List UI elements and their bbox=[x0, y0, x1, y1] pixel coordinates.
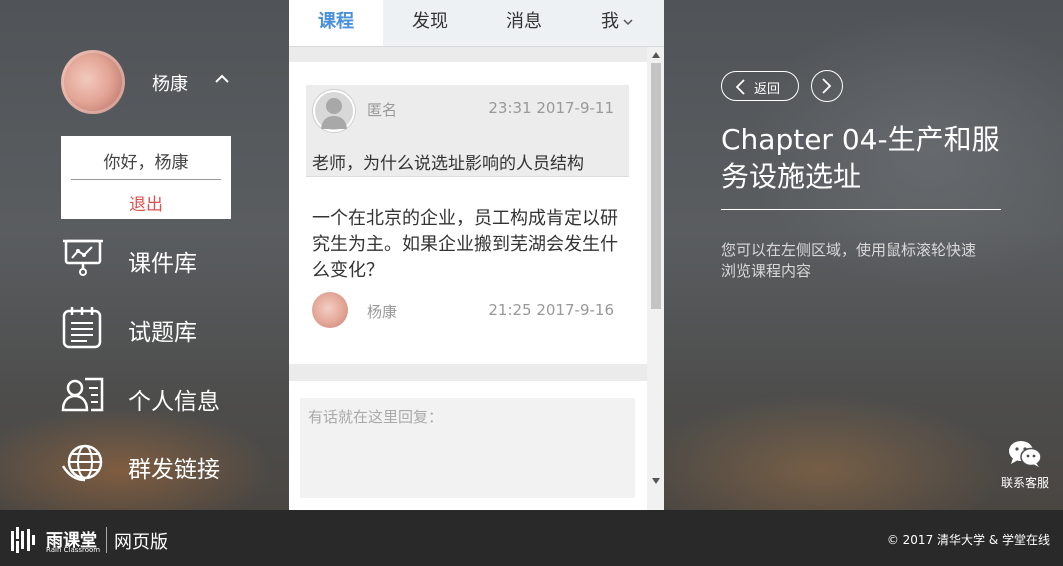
footer-divider bbox=[106, 527, 107, 553]
back-button-label: 返回 bbox=[754, 82, 781, 97]
user-dropdown: 你好，杨康 退出 bbox=[61, 136, 231, 219]
tab-discover[interactable]: 发现 bbox=[383, 0, 477, 46]
sidebar-item-profile[interactable]: 个人信息 bbox=[61, 374, 261, 418]
conversation-scroll-area[interactable]: 匿名 23:31 2017-9-11 老师，为什么说选址影响的人员结构 一个在北… bbox=[289, 47, 647, 510]
user-name[interactable]: 杨康 bbox=[152, 70, 188, 96]
title-divider bbox=[721, 209, 1001, 210]
greeting-text: 你好，杨康 bbox=[103, 153, 189, 173]
user-avatar[interactable] bbox=[61, 50, 125, 114]
logo-subtext: Rain Classroom bbox=[46, 546, 101, 554]
tab-label: 我 bbox=[601, 11, 619, 32]
question-card: 匿名 23:31 2017-9-11 老师，为什么说选址影响的人员结构 一个在北… bbox=[289, 62, 647, 364]
chevron-left-icon bbox=[735, 79, 745, 95]
scroll-down-arrow-icon[interactable] bbox=[651, 477, 661, 485]
web-version-label: 网页版 bbox=[114, 532, 168, 553]
wechat-icon bbox=[1009, 441, 1042, 467]
logout-button[interactable]: 退出 bbox=[61, 190, 231, 215]
person-silhouette-icon bbox=[313, 90, 355, 132]
sidebar-item-courseware[interactable]: 课件库 bbox=[61, 236, 261, 280]
question-box: 匿名 23:31 2017-9-11 老师，为什么说选址影响的人员结构 bbox=[306, 85, 629, 177]
tab-label: 课程 bbox=[318, 11, 354, 32]
presentation-board-icon bbox=[63, 239, 103, 276]
tab-label: 发现 bbox=[412, 11, 448, 32]
answer-time: 21:25 2017-9-16 bbox=[488, 301, 614, 319]
tab-bar: 课程 发现 消息 我 bbox=[289, 0, 664, 47]
notepad-icon bbox=[62, 307, 102, 349]
globe-icon bbox=[61, 444, 103, 482]
chevron-down-icon bbox=[623, 19, 633, 26]
message-panel: 课程 发现 消息 我 匿名 23:31 2017-9-11 老师，为什么说选址影… bbox=[289, 0, 664, 510]
next-button[interactable] bbox=[811, 70, 843, 102]
question-text: 老师，为什么说选址影响的人员结构 bbox=[312, 154, 584, 174]
question-time: 23:31 2017-9-11 bbox=[488, 99, 614, 117]
chapter-title: Chapter 04-生产和服务设施选址 bbox=[721, 123, 1000, 193]
scroll-hint: 您可以在左侧区域，使用鼠标滚轮快速浏览课程内容 bbox=[721, 241, 977, 280]
copyright-text: © 2017 清华大学 & 学堂在线 bbox=[886, 533, 1050, 547]
contact-support-button[interactable]: 联系客服 bbox=[997, 440, 1053, 491]
back-button[interactable]: 返回 bbox=[721, 71, 799, 101]
reply-card bbox=[289, 381, 647, 510]
reply-input[interactable] bbox=[300, 398, 635, 498]
rain-classroom-logo-icon bbox=[11, 527, 35, 553]
answer-author: 杨康 bbox=[367, 303, 398, 321]
sidebar-item-question-bank[interactable]: 试题库 bbox=[61, 305, 261, 349]
sidebar-item-label: 试题库 bbox=[128, 320, 197, 346]
contact-support-label: 联系客服 bbox=[1000, 476, 1049, 490]
scroll-thumb[interactable] bbox=[651, 63, 661, 309]
tab-me[interactable]: 我 bbox=[570, 0, 664, 46]
tab-label: 消息 bbox=[506, 11, 542, 32]
tab-courses[interactable]: 课程 bbox=[289, 0, 383, 46]
sidebar-item-label: 课件库 bbox=[128, 251, 197, 277]
dropdown-divider bbox=[71, 179, 221, 180]
scrollbar[interactable] bbox=[647, 47, 664, 510]
sidebar-item-label: 个人信息 bbox=[128, 389, 220, 415]
question-author: 匿名 bbox=[367, 101, 398, 119]
footer: 雨课堂 Rain Classroom 网页版 © 2017 清华大学 & 学堂在… bbox=[0, 510, 1063, 566]
sidebar-item-group-link[interactable]: 群发链接 bbox=[61, 442, 261, 486]
tab-messages[interactable]: 消息 bbox=[477, 0, 571, 46]
chevron-right-icon bbox=[822, 78, 832, 94]
sidebar-item-label: 群发链接 bbox=[128, 457, 220, 483]
profile-card-icon bbox=[61, 377, 104, 412]
chevron-up-icon[interactable] bbox=[214, 72, 230, 86]
answer-avatar bbox=[312, 292, 348, 328]
anonymous-avatar bbox=[312, 89, 356, 133]
scroll-up-arrow-icon[interactable] bbox=[651, 51, 661, 59]
answer-text: 一个在北京的企业，员工构成肯定以研究生为主。如果企业搬到芜湖会发生什么变化？ bbox=[312, 208, 618, 281]
